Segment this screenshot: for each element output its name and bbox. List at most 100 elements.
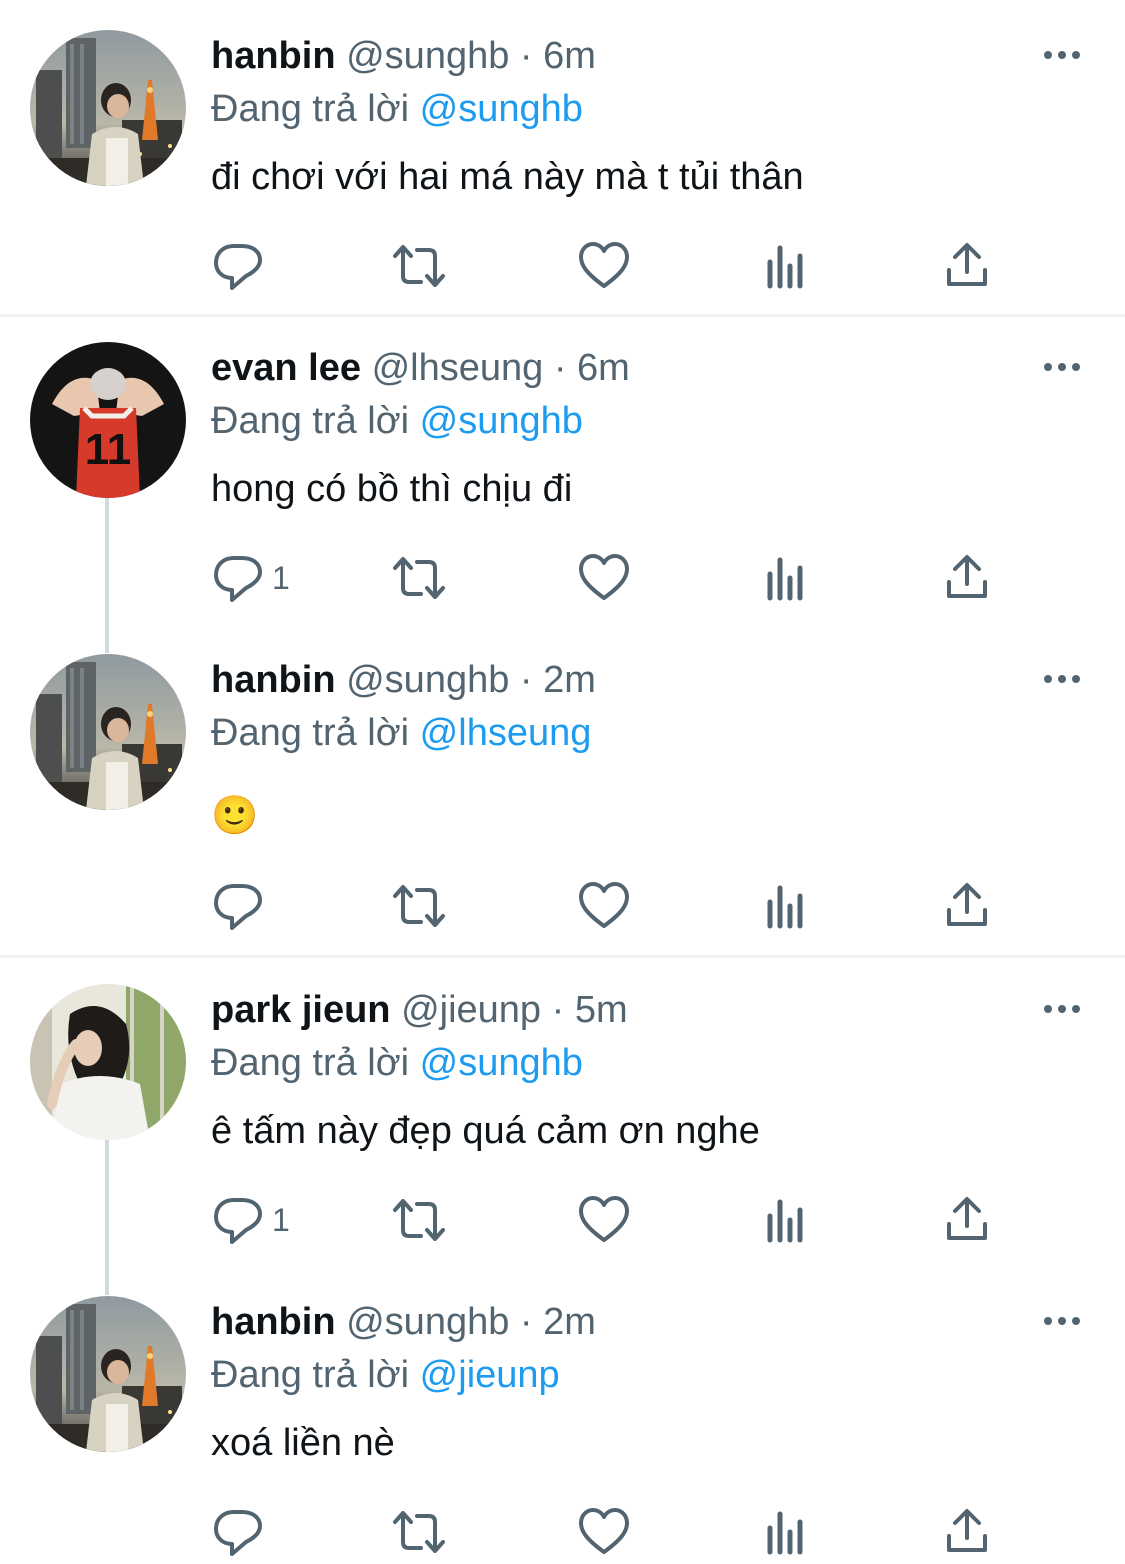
avatar[interactable] (30, 30, 186, 186)
like-button[interactable] (576, 550, 632, 606)
retweet-button[interactable] (391, 238, 447, 294)
replying-to-label: Đang trả lời (211, 88, 410, 130)
reply-button[interactable] (210, 878, 266, 934)
separator-dot: · (519, 35, 533, 77)
separator-dot: · (551, 989, 565, 1031)
share-button[interactable] (939, 1504, 995, 1560)
like-button[interactable] (576, 238, 632, 294)
replying-to-handle[interactable]: @sunghb (420, 88, 583, 130)
tweet[interactable]: 11 evan lee @lhseung · 6m Đang trả lời @… (0, 312, 1125, 642)
tweet[interactable]: park jieun @jieunp · 5m Đang trả lời @su… (0, 954, 1125, 1284)
retweet-button[interactable] (391, 1192, 447, 1248)
share-button[interactable] (939, 550, 995, 606)
tweet[interactable]: hanbin @sunghb · 2m Đang trả lời @lhseun… (0, 624, 1125, 954)
reply-icon (214, 884, 262, 930)
like-button[interactable] (576, 1504, 632, 1560)
avatar[interactable] (30, 1296, 186, 1452)
tweet-text: 🙂 (211, 795, 259, 837)
replying-to-label: Đang trả lời (211, 1042, 410, 1084)
svg-text:11: 11 (85, 425, 132, 474)
retweet-icon (393, 1511, 445, 1553)
tweet-text: đi chơi với hai má này mà t tủi thân (211, 156, 804, 198)
user-handle[interactable]: @sunghb (346, 659, 509, 701)
share-icon (947, 1509, 987, 1552)
replying-to: Đang trả lời @jieunp (211, 1353, 560, 1397)
reply-count: 1 (272, 560, 290, 596)
reply-icon (214, 244, 262, 290)
tweet[interactable]: hanbin @sunghb · 2m Đang trả lời @jieunp… (0, 1266, 1125, 1564)
reply-button[interactable] (210, 1504, 266, 1560)
replying-to: Đang trả lời @lhseung (211, 711, 591, 755)
retweet-icon (393, 245, 445, 287)
separator-dot: · (553, 347, 567, 389)
city-night-tower-avatar-image (30, 654, 186, 810)
timestamp[interactable]: 5m (575, 989, 628, 1031)
replying-to-handle[interactable]: @sunghb (420, 1042, 583, 1084)
display-name[interactable]: hanbin (211, 659, 336, 701)
replying-to: Đang trả lời @sunghb (211, 1041, 583, 1085)
share-button[interactable] (939, 878, 995, 934)
timestamp[interactable]: 2m (543, 1301, 596, 1343)
tweet-text: hong có bồ thì chịu đi (211, 468, 573, 510)
retweet-button[interactable] (391, 550, 447, 606)
avatar[interactable] (30, 984, 186, 1140)
reply-icon (214, 1198, 262, 1244)
reply-button[interactable] (210, 1192, 266, 1248)
like-icon (579, 554, 629, 600)
city-night-tower-avatar-image (30, 1296, 186, 1452)
share-icon (947, 883, 987, 926)
replying-to-handle[interactable]: @sunghb (420, 400, 583, 442)
views-button[interactable] (758, 1504, 814, 1560)
share-button[interactable] (939, 1192, 995, 1248)
display-name[interactable]: hanbin (211, 35, 336, 77)
reply-button[interactable] (210, 238, 266, 294)
avatar[interactable] (30, 654, 186, 810)
more-icon[interactable] (1042, 1311, 1082, 1331)
display-name[interactable]: hanbin (211, 1301, 336, 1343)
display-name[interactable]: park jieun (211, 989, 391, 1031)
tweet[interactable]: hanbin @sunghb · 6m Đang trả lời @sunghb… (0, 0, 1125, 316)
replying-to-handle[interactable]: @jieunp (420, 1354, 560, 1396)
like-button[interactable] (576, 878, 632, 934)
timestamp[interactable]: 6m (543, 35, 596, 77)
city-night-tower-avatar-image (30, 30, 186, 186)
views-button[interactable] (758, 878, 814, 934)
timestamp[interactable]: 6m (577, 347, 630, 389)
reply-button[interactable] (210, 550, 266, 606)
replying-to-handle[interactable]: @lhseung (420, 712, 592, 754)
tweet-header: hanbin @sunghb · 6m (211, 34, 596, 78)
like-icon (579, 882, 629, 928)
replying-to-label: Đang trả lời (211, 400, 410, 442)
views-button[interactable] (758, 1192, 814, 1248)
replying-to-label: Đang trả lời (211, 1354, 410, 1396)
share-icon (947, 555, 987, 598)
timestamp[interactable]: 2m (543, 659, 596, 701)
more-icon[interactable] (1042, 669, 1082, 689)
views-button[interactable] (758, 550, 814, 606)
views-icon (767, 557, 803, 601)
tweet-header: hanbin @sunghb · 2m (211, 1300, 596, 1344)
girl-window-avatar-image (30, 984, 186, 1140)
share-button[interactable] (939, 238, 995, 294)
like-button[interactable] (576, 1192, 632, 1248)
retweet-button[interactable] (391, 878, 447, 934)
user-handle[interactable]: @sunghb (346, 1301, 509, 1343)
more-icon[interactable] (1042, 357, 1082, 377)
tweet-text: ê tấm này đẹp quá cảm ơn nghe (211, 1110, 760, 1152)
tweet-text: xoá liền nè (211, 1422, 395, 1464)
display-name[interactable]: evan lee (211, 347, 361, 389)
more-icon[interactable] (1042, 999, 1082, 1019)
views-icon (767, 1199, 803, 1243)
avatar[interactable]: 11 (30, 342, 186, 498)
user-handle[interactable]: @lhseung (372, 347, 544, 389)
like-icon (579, 1508, 629, 1554)
retweet-button[interactable] (391, 1504, 447, 1560)
tweet-header: evan lee @lhseung · 6m (211, 346, 630, 390)
user-handle[interactable]: @sunghb (346, 35, 509, 77)
views-button[interactable] (758, 238, 814, 294)
reply-count: 1 (272, 1202, 290, 1238)
separator-dot: · (519, 659, 533, 701)
more-icon[interactable] (1042, 45, 1082, 65)
retweet-icon (393, 885, 445, 927)
user-handle[interactable]: @jieunp (401, 989, 541, 1031)
